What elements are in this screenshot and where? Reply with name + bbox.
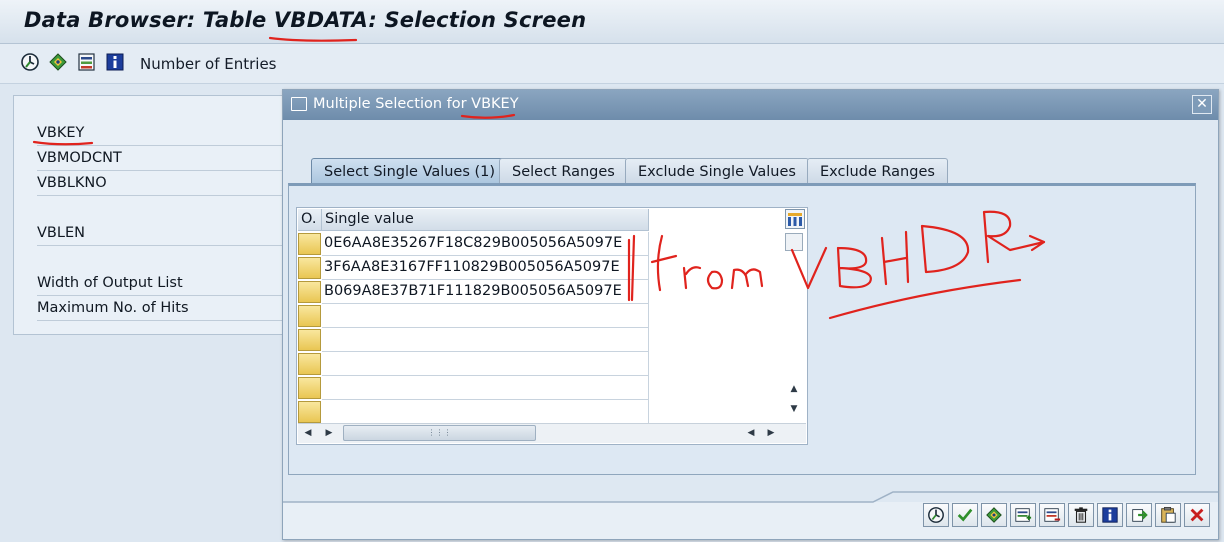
tab-select-ranges[interactable]: Select Ranges xyxy=(499,158,628,184)
scroll-up-icon[interactable]: ▲ xyxy=(786,381,802,397)
delete-row-icon[interactable] xyxy=(1039,503,1065,527)
table-row-value[interactable] xyxy=(322,328,649,352)
field-label-vbkey: VBKEY xyxy=(37,121,282,146)
close-icon[interactable]: ✕ xyxy=(1192,95,1212,114)
field-label-vbmodcnt: VBMODCNT xyxy=(37,146,282,171)
table-row-value[interactable]: 0E6AA8E35267F18C829B005056A5097E xyxy=(322,232,649,256)
scroll-right-icon[interactable]: ▶ xyxy=(322,426,336,440)
execute-icon[interactable] xyxy=(923,503,949,527)
field-label-width-output: Width of Output List xyxy=(37,271,282,296)
field-label-vbblkno: VBBLKNO xyxy=(37,171,282,196)
scroll-left-icon[interactable]: ◀ xyxy=(744,426,758,440)
find-icon[interactable] xyxy=(981,503,1007,527)
tab-exclude-single-values[interactable]: Exclude Single Values xyxy=(625,158,809,184)
import-icon[interactable] xyxy=(1126,503,1152,527)
tab-select-single-values[interactable]: Select Single Values (1) xyxy=(311,158,509,185)
dialog-header: Multiple Selection for VBKEY ✕ xyxy=(283,90,1218,120)
title-bar: Data Browser: Table VBDATA: Selection Sc… xyxy=(0,0,1224,44)
selection-options-icon[interactable] xyxy=(77,52,97,72)
dialog-title: Multiple Selection for VBKEY xyxy=(313,96,519,112)
row-option-button[interactable] xyxy=(298,377,321,399)
row-option-button[interactable] xyxy=(298,281,321,303)
row-option-button[interactable] xyxy=(298,401,321,423)
table-row-value[interactable] xyxy=(322,400,649,424)
row-option-button[interactable] xyxy=(298,233,321,255)
field-label-vblen: VBLEN xyxy=(37,221,282,246)
insert-row-icon[interactable] xyxy=(1010,503,1036,527)
row-option-button[interactable] xyxy=(298,257,321,279)
scroll-left-icon[interactable]: ◀ xyxy=(301,426,315,440)
table-row-value[interactable] xyxy=(322,352,649,376)
vertical-scroll-box[interactable] xyxy=(785,233,803,251)
dialog-window-icon xyxy=(291,97,307,111)
page-title: Data Browser: Table VBDATA: Selection Sc… xyxy=(24,8,587,32)
column-header-single-value[interactable]: Single value xyxy=(322,209,649,231)
execute-icon[interactable] xyxy=(20,52,40,72)
row-option-button[interactable] xyxy=(298,305,321,327)
table-row-value[interactable] xyxy=(322,304,649,328)
column-layout-icon[interactable] xyxy=(785,209,805,229)
info-icon[interactable] xyxy=(1097,503,1123,527)
copy-check-icon[interactable] xyxy=(952,503,978,527)
horizontal-scroll-thumb[interactable]: ⋮⋮⋮ xyxy=(343,425,536,441)
scroll-down-icon[interactable]: ▼ xyxy=(786,401,802,417)
number-of-entries-button[interactable]: Number of Entries xyxy=(140,55,277,73)
column-header-option[interactable]: O. xyxy=(298,209,322,231)
cancel-icon[interactable] xyxy=(1184,503,1210,527)
scroll-right-icon[interactable]: ▶ xyxy=(764,426,778,440)
row-option-button[interactable] xyxy=(298,329,321,351)
field-label-max-hits: Maximum No. of Hits xyxy=(37,296,282,321)
paste-clipboard-icon[interactable] xyxy=(1155,503,1181,527)
info-icon[interactable] xyxy=(105,52,125,72)
table-row-value[interactable]: B069A8E37B71F111829B005056A5097E xyxy=(322,280,649,304)
table-row-value[interactable]: 3F6AA8E3167FF110829B005056A5097E xyxy=(322,256,649,280)
get-variant-icon[interactable] xyxy=(48,52,68,72)
tab-exclude-ranges[interactable]: Exclude Ranges xyxy=(807,158,948,184)
table-row-value[interactable] xyxy=(322,376,649,400)
row-option-button[interactable] xyxy=(298,353,321,375)
delete-all-icon[interactable] xyxy=(1068,503,1094,527)
